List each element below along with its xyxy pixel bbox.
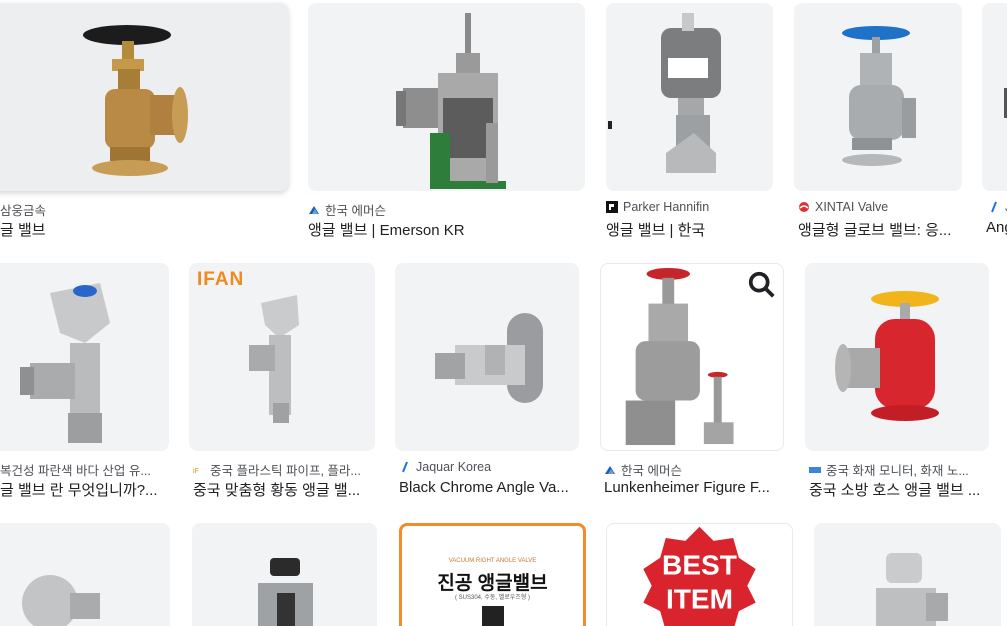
source-name: Parker Hannifin (623, 200, 710, 214)
source-name: 복건성 파란색 바다 산업 유... (0, 464, 151, 478)
result-card-13[interactable]: VACUUM RIGHT ANGLE VALVE 진공 앵글밸브 ( SUS30… (399, 523, 586, 626)
source-name: 한국 에머슨 (325, 204, 386, 218)
result-thumbnail[interactable] (0, 523, 170, 626)
chrome-angle-stop-valve-image (20, 283, 110, 443)
result-thumbnail[interactable]: VACUUM RIGHT ANGLE VALVE 진공 앵글밸브 ( SUS30… (399, 523, 586, 626)
xintai-favicon-icon (798, 201, 810, 213)
result-thumbnail[interactable] (794, 3, 962, 191)
cutaway-control-valve-image (396, 13, 506, 189)
svg-text:BEST: BEST (662, 550, 737, 581)
source-name: 한국 에머슨 (621, 464, 682, 478)
result-card-2[interactable]: 한국 에머슨 앵글 밸브 | Emerson KR (308, 3, 585, 243)
result-card-1[interactable]: 삼웅금속 글 밸브 (0, 3, 288, 243)
bronze-angle-valve-image (83, 25, 188, 176)
result-card-12[interactable] (192, 523, 377, 626)
result-thumbnail[interactable] (0, 3, 288, 191)
emerson-favicon-icon (604, 464, 616, 476)
parker-favicon-icon (606, 201, 618, 213)
result-thumbnail[interactable] (982, 3, 1007, 191)
result-card-14[interactable]: BEST ITEM (606, 523, 793, 626)
red-fire-hydrant-valve-image (835, 291, 939, 421)
result-card-15[interactable] (814, 523, 1001, 626)
result-title[interactable]: 앵글형 글로브 밸브: 응... (798, 219, 962, 240)
result-card-5[interactable]: J Ang (982, 3, 1007, 243)
jaquar-favicon-icon (988, 201, 1000, 213)
result-thumbnail[interactable] (600, 263, 784, 451)
svg-text:iF: iF (193, 468, 199, 475)
result-card-4[interactable]: XINTAI Valve 앵글형 글로브 밸브: 응... (794, 3, 962, 243)
result-thumbnail[interactable] (395, 263, 579, 451)
result-card-9[interactable]: 한국 에머슨 Lunkenheimer Figure F... (600, 263, 784, 503)
emerson-favicon-icon (308, 204, 320, 216)
jaquar-favicon-icon (399, 461, 411, 473)
brass-angle-valve-image (249, 295, 299, 423)
result-card-7[interactable]: IFAN iF 중국 플라스틱 파이프, 플라... 중국 맞춤형 황동 앵글 … (189, 263, 375, 503)
pneumatic-angle-seat-valve-image (608, 13, 721, 173)
result-title[interactable]: 중국 맞춤형 황동 앵글 밸... (193, 479, 375, 500)
result-card-11[interactable] (0, 523, 170, 626)
brass-angle-valve-image (876, 553, 948, 626)
result-card-3[interactable]: Parker Hannifin 앵글 밸브 | 한국 (606, 3, 773, 243)
result-title[interactable]: 앵글 밸브 | Emerson KR (308, 219, 585, 240)
result-title[interactable]: 중국 소방 호스 앵글 밸브 ... (809, 479, 989, 500)
result-thumbnail[interactable] (192, 523, 377, 626)
result-thumbnail[interactable]: BEST ITEM (606, 523, 793, 626)
black-chrome-angle-valve-image (435, 313, 543, 403)
source-name: XINTAI Valve (815, 200, 889, 214)
result-source[interactable]: 중국 화재 모니터, 화재 노... (809, 460, 989, 479)
result-card-10[interactable]: 중국 화재 모니터, 화재 노... 중국 소방 호스 앵글 밸브 ... (805, 263, 989, 503)
result-thumbnail[interactable]: IFAN (189, 263, 375, 451)
result-title[interactable]: 글 밸브 란 무엇입니까?... (0, 479, 169, 500)
result-thumbnail[interactable] (814, 523, 1001, 626)
result-thumbnail[interactable] (606, 3, 773, 191)
valve-image (1004, 88, 1007, 118)
source-name: 중국 플라스틱 파이프, 플라... (210, 464, 361, 478)
result-source[interactable]: 한국 에머슨 (604, 460, 784, 479)
result-title[interactable]: Black Chrome Angle Va... (399, 479, 579, 496)
source-name: 중국 화재 모니터, 화재 노... (826, 464, 969, 478)
result-source[interactable]: 삼웅금속 (0, 200, 288, 219)
visual-search-button[interactable] (747, 270, 777, 300)
black-handle-valve-image (258, 558, 313, 626)
globe-angle-valve-image (842, 26, 916, 166)
source-name: Jaquar Korea (416, 460, 492, 474)
svg-text:ITEM: ITEM (666, 583, 733, 614)
source-name: 삼웅금속 (0, 204, 47, 218)
result-thumbnail[interactable] (805, 263, 989, 451)
result-thumbnail[interactable] (0, 263, 169, 451)
result-title[interactable]: Ang (986, 219, 1007, 236)
result-title[interactable]: 글 밸브 (0, 219, 288, 240)
result-source[interactable]: iF 중국 플라스틱 파이프, 플라... (193, 460, 375, 479)
result-source[interactable]: 한국 에머슨 (308, 200, 585, 219)
vacuum-valve-image (482, 606, 504, 626)
result-title[interactable]: Lunkenheimer Figure F... (604, 479, 784, 496)
ifan-favicon-icon: iF (193, 464, 205, 476)
result-card-6[interactable]: 복건성 파란색 바다 산업 유... 글 밸브 란 무엇입니까?... (0, 263, 169, 503)
best-item-badge: BEST ITEM (643, 526, 756, 626)
result-thumbnail[interactable] (308, 3, 585, 191)
result-source[interactable]: Jaquar Korea (399, 460, 579, 474)
fire-monitor-favicon-icon (809, 464, 821, 476)
result-title[interactable]: 앵글 밸브 | 한국 (606, 219, 773, 240)
result-source[interactable]: XINTAI Valve (798, 200, 962, 214)
result-card-8[interactable]: Jaquar Korea Black Chrome Angle Va... (395, 263, 579, 503)
result-source[interactable]: 복건성 파란색 바다 산업 유... (0, 460, 169, 479)
chrome-angle-valve-image (22, 575, 100, 626)
result-source[interactable]: J (988, 200, 1007, 214)
result-source[interactable]: Parker Hannifin (606, 200, 773, 214)
